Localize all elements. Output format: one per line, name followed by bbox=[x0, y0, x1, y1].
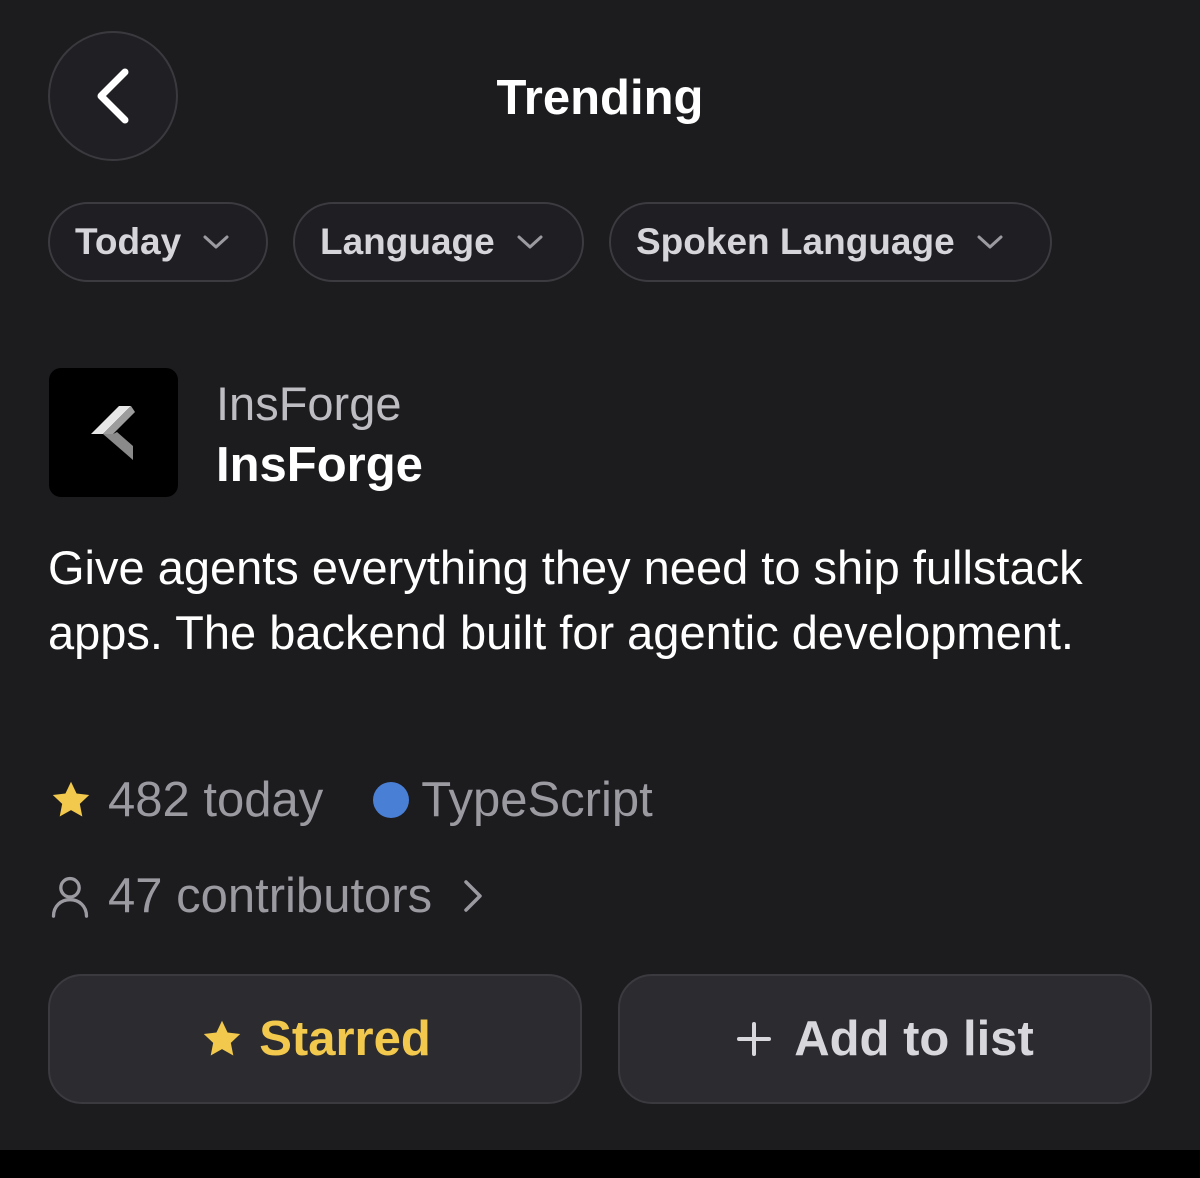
contributors-count: 47 contributors bbox=[108, 869, 433, 923]
repo-description: Give agents everything they need to ship… bbox=[48, 541, 1083, 659]
add-to-list-button[interactable]: Add to list bbox=[618, 974, 1152, 1104]
contributors-link[interactable]: 47 contributors bbox=[48, 864, 484, 928]
trending-screen: Trending Today Language Spoken Language … bbox=[0, 0, 1200, 1178]
plus-icon bbox=[737, 1022, 772, 1056]
bottom-edge bbox=[0, 1150, 1200, 1178]
page-title: Trending bbox=[496, 71, 704, 125]
starred-button[interactable]: Starred bbox=[48, 974, 582, 1104]
chevron-down-icon bbox=[517, 235, 543, 249]
filter-label: Language bbox=[320, 221, 495, 262]
insforge-logo-icon bbox=[90, 405, 135, 460]
star-icon bbox=[52, 781, 90, 817]
repo-name[interactable]: InsForge bbox=[216, 436, 423, 494]
filter-today-dropdown[interactable]: Today bbox=[48, 202, 268, 282]
filter-spoken-language-dropdown[interactable]: Spoken Language bbox=[609, 202, 1052, 282]
repo-language: TypeScript bbox=[421, 773, 653, 827]
stars-today: 482 today bbox=[108, 773, 324, 827]
repo-avatar[interactable] bbox=[49, 368, 178, 497]
filter-label: Today bbox=[75, 221, 182, 262]
star-icon bbox=[203, 1020, 241, 1056]
add-to-list-label: Add to list bbox=[794, 1012, 1034, 1066]
repo-owner[interactable]: InsForge bbox=[216, 376, 401, 432]
repo-stats: 482 today TypeScript bbox=[48, 768, 653, 832]
person-icon bbox=[51, 876, 89, 918]
chevron-right-icon bbox=[464, 880, 482, 912]
starred-label: Starred bbox=[259, 1012, 431, 1066]
chevron-down-icon bbox=[203, 235, 229, 249]
language-color-dot bbox=[373, 782, 410, 818]
chevron-down-icon bbox=[977, 235, 1003, 249]
filter-label: Spoken Language bbox=[636, 221, 955, 262]
filter-language-dropdown[interactable]: Language bbox=[293, 202, 584, 282]
